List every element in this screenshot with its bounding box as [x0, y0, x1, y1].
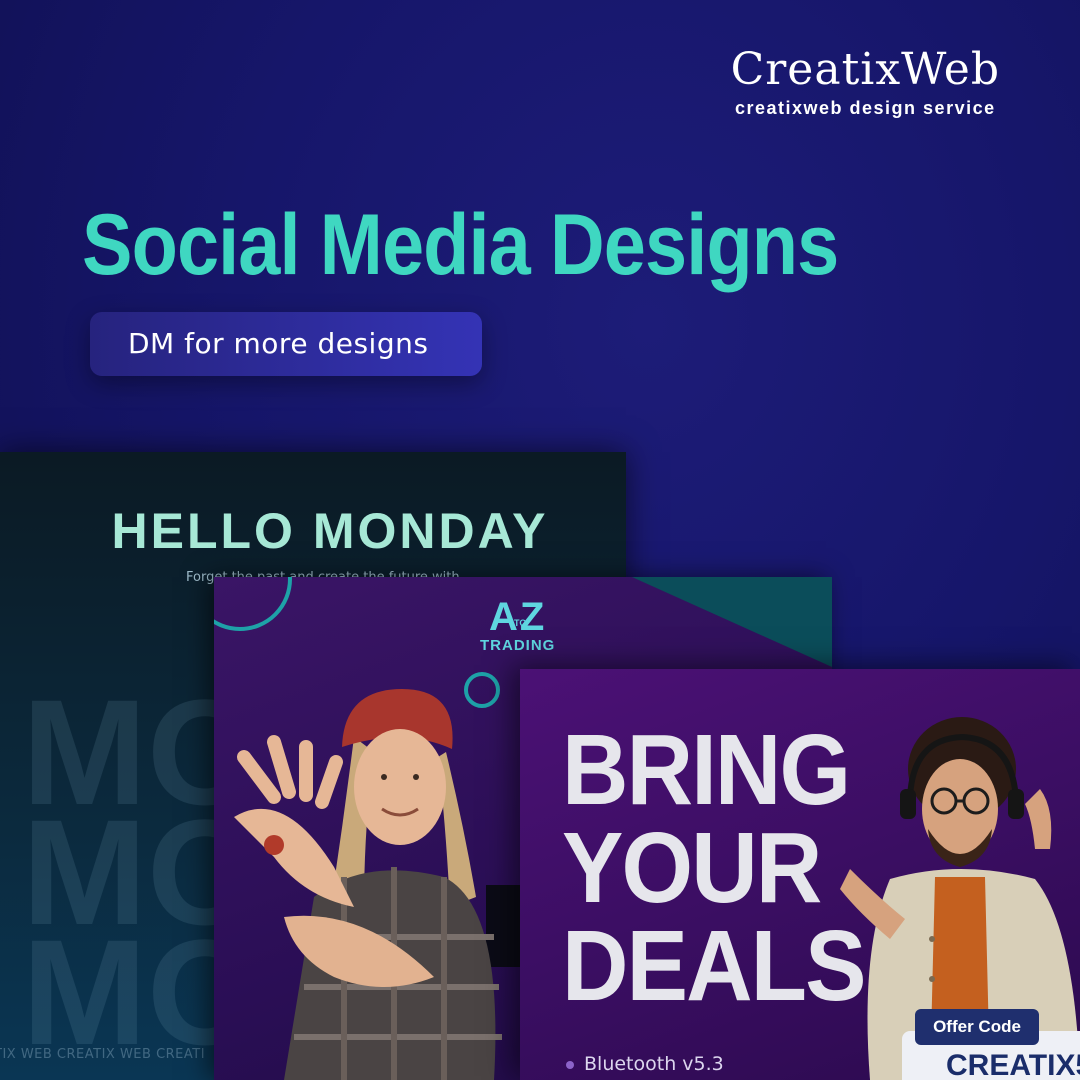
girl-photo-illustration [234, 689, 502, 1080]
brand-block: CreatixWeb creatixweb design service [731, 44, 1000, 119]
page-headline: Social Media Designs [82, 197, 839, 293]
bullet-dot-icon [566, 1060, 574, 1069]
brand-tagline: creatixweb design service [734, 98, 996, 118]
bring-deals-card: BRING YOUR DEALS Bluetooth v5.3 Offer Co… [520, 669, 1080, 1080]
watermark-text: TIX WEB CREATIX WEB CREATI [0, 1047, 206, 1062]
teal-corner-band [632, 577, 832, 667]
brand-name: CreatixWeb [730, 44, 1000, 95]
feature-bullet-text: Bluetooth v5.3 [584, 1053, 724, 1075]
offer-code-value: CREATIX50 [946, 1049, 1080, 1080]
offer-code-label: Offer Code [915, 1009, 1039, 1045]
hello-monday-title: HELLO MONDAY [111, 503, 549, 559]
dm-cta-button[interactable]: DM for more designs [90, 312, 482, 376]
feature-bullet: Bluetooth v5.3 [566, 1053, 724, 1075]
